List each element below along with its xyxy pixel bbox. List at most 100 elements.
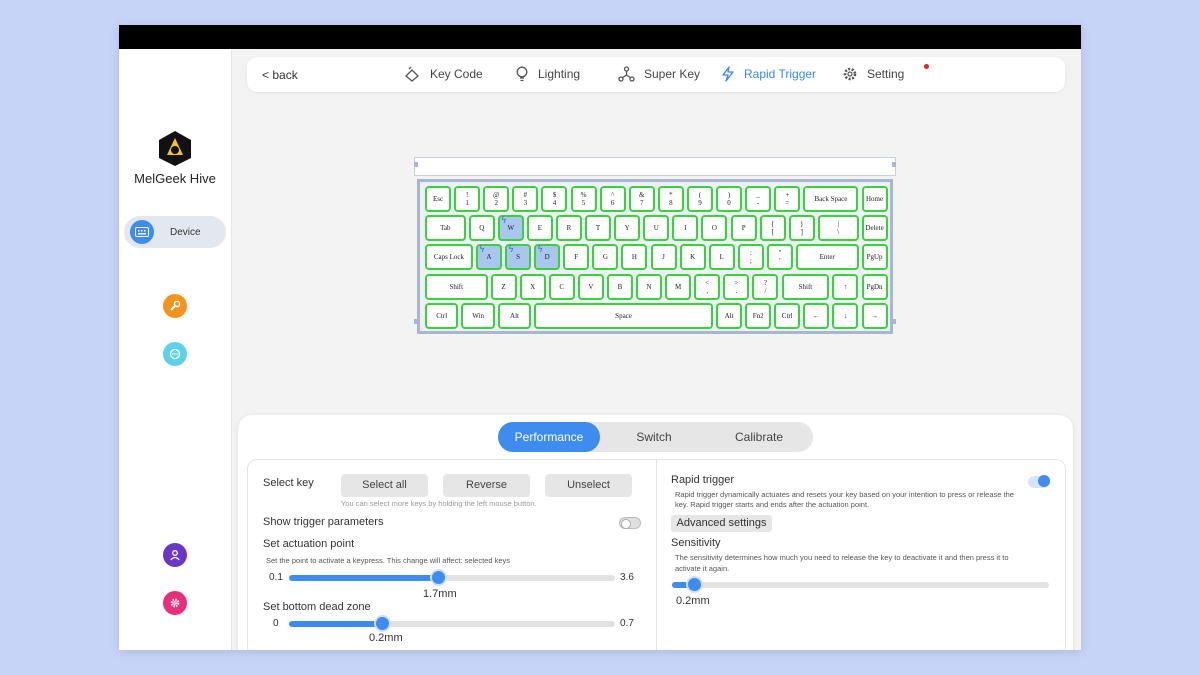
key-enter[interactable]: Enter (796, 244, 859, 271)
key-l[interactable]: L (708, 244, 735, 271)
key-s[interactable]: Sϟ (505, 244, 532, 271)
key-h[interactable]: H (621, 244, 648, 271)
reverse-button[interactable]: Reverse (443, 474, 530, 497)
key-2[interactable]: @ 2 (483, 186, 510, 212)
key-k[interactable]: K (679, 244, 706, 271)
sensitivity-slider-thumb[interactable] (688, 578, 702, 591)
key-symbol[interactable]: ↑ (832, 273, 859, 300)
tab-super-key[interactable]: Super Key (618, 66, 700, 82)
key-u[interactable]: U (643, 215, 670, 242)
back-link[interactable]: < back (262, 68, 298, 82)
key-1[interactable]: ! 1 (454, 186, 481, 212)
key-pgup[interactable]: PgUp (861, 244, 888, 271)
key-e[interactable]: E (526, 215, 553, 242)
key-symbol[interactable]: } ] (788, 215, 815, 242)
key-tab[interactable]: Tab (425, 215, 466, 242)
key-symbol[interactable]: ← (803, 302, 830, 329)
key-5[interactable]: % 5 (570, 186, 597, 212)
key-i[interactable]: I (672, 215, 699, 242)
actuation-slider-thumb[interactable] (432, 571, 446, 584)
key-j[interactable]: J (650, 244, 677, 271)
key-pgdn[interactable]: PgDn (861, 273, 888, 300)
select-key-label: Select key (263, 477, 314, 489)
advanced-settings-button[interactable]: Advanced settings (671, 515, 772, 532)
key-g[interactable]: G (592, 244, 619, 271)
key-r[interactable]: R (555, 215, 582, 242)
gear-icon (170, 598, 180, 608)
key-symbol[interactable]: ? / (752, 273, 779, 300)
tab-rapid-trigger[interactable]: Rapid Trigger (721, 66, 816, 82)
key-ctrl[interactable]: Ctrl (774, 302, 801, 329)
key-9[interactable]: ( 9 (686, 186, 713, 212)
tab-setting[interactable]: Setting (842, 66, 904, 82)
key-symbol[interactable]: → (861, 302, 888, 329)
key-symbol[interactable]: | \ (817, 215, 859, 242)
melgeek-logo-icon (159, 131, 191, 166)
key-ctrl[interactable]: Ctrl (425, 302, 459, 329)
key-space[interactable]: Space (534, 302, 713, 329)
key-6[interactable]: ^ 6 (599, 186, 626, 212)
show-trigger-toggle[interactable] (619, 517, 641, 529)
sidebar-item-settings[interactable] (163, 591, 187, 615)
rapid-trigger-toggle[interactable] (1028, 475, 1050, 488)
key-symbol[interactable]: " ' (766, 244, 793, 271)
tab-performance[interactable]: Performance (498, 422, 600, 452)
key-symbol[interactable]: { [ (759, 215, 786, 242)
tab-lighting[interactable]: Lighting (515, 66, 580, 82)
key-x[interactable]: X (519, 273, 546, 300)
sensitivity-value: 0.2mm (676, 595, 710, 607)
key-alt[interactable]: Alt (497, 302, 532, 329)
key-c[interactable]: C (548, 273, 575, 300)
key-4[interactable]: $ 4 (541, 186, 568, 212)
key-esc[interactable]: Esc (425, 186, 452, 212)
key-3[interactable]: # 3 (512, 186, 539, 212)
key-y[interactable]: Y (614, 215, 641, 242)
key-symbol[interactable]: > . (723, 273, 750, 300)
dead-zone-slider-thumb[interactable] (376, 617, 390, 630)
key-a[interactable]: Aϟ (475, 244, 502, 271)
key-b[interactable]: B (606, 273, 633, 300)
title-bar (119, 25, 1081, 49)
key-symbol[interactable]: _ - (745, 186, 772, 212)
key-delete[interactable]: Delete (861, 215, 888, 242)
key-d[interactable]: Dϟ (534, 244, 561, 271)
app-window: MelGeek Hive Device < back Key Code Ligh… (119, 25, 1081, 650)
key-o[interactable]: O (701, 215, 728, 242)
key-shift[interactable]: Shift (425, 273, 488, 300)
key-alt[interactable]: Alt (716, 302, 743, 329)
key-symbol[interactable]: + = (774, 186, 801, 212)
key-symbol[interactable]: : ; (737, 244, 764, 271)
sidebar-item-tools[interactable] (163, 294, 187, 318)
key-8[interactable]: * 8 (657, 186, 684, 212)
actuation-slider[interactable] (289, 571, 615, 584)
sidebar-item-device[interactable]: Device (124, 216, 226, 248)
key-home[interactable]: Home (861, 186, 888, 212)
tab-calibrate[interactable]: Calibrate (708, 422, 810, 452)
key-n[interactable]: N (636, 273, 663, 300)
key-caps-lock[interactable]: Caps Lock (425, 244, 473, 271)
tab-key-code[interactable]: Key Code (403, 66, 483, 82)
key-win[interactable]: Win (461, 302, 495, 329)
tab-switch[interactable]: Switch (603, 422, 705, 452)
key-fn2[interactable]: Fn2 (745, 302, 772, 329)
key-w[interactable]: Wϟ (497, 215, 524, 242)
key-shift[interactable]: Shift (781, 273, 830, 300)
key-t[interactable]: T (585, 215, 612, 242)
key-0[interactable]: ) 0 (716, 186, 743, 212)
key-q[interactable]: Q (468, 215, 495, 242)
sidebar-item-account[interactable] (163, 543, 187, 567)
key-symbol[interactable]: < , (694, 273, 721, 300)
select-all-button[interactable]: Select all (341, 474, 428, 497)
key-z[interactable]: Z (490, 273, 517, 300)
key-p[interactable]: P (730, 215, 757, 242)
sensitivity-slider[interactable] (672, 578, 1049, 591)
dead-zone-slider[interactable] (289, 617, 615, 630)
sidebar-item-chat[interactable] (163, 342, 187, 366)
key-v[interactable]: V (577, 273, 604, 300)
key-back-space[interactable]: Back Space (803, 186, 859, 212)
key-symbol[interactable]: ↓ (832, 302, 859, 329)
key-f[interactable]: F (563, 244, 590, 271)
key-m[interactable]: M (665, 273, 692, 300)
key-7[interactable]: & 7 (628, 186, 655, 212)
unselect-button[interactable]: Unselect (545, 474, 632, 497)
